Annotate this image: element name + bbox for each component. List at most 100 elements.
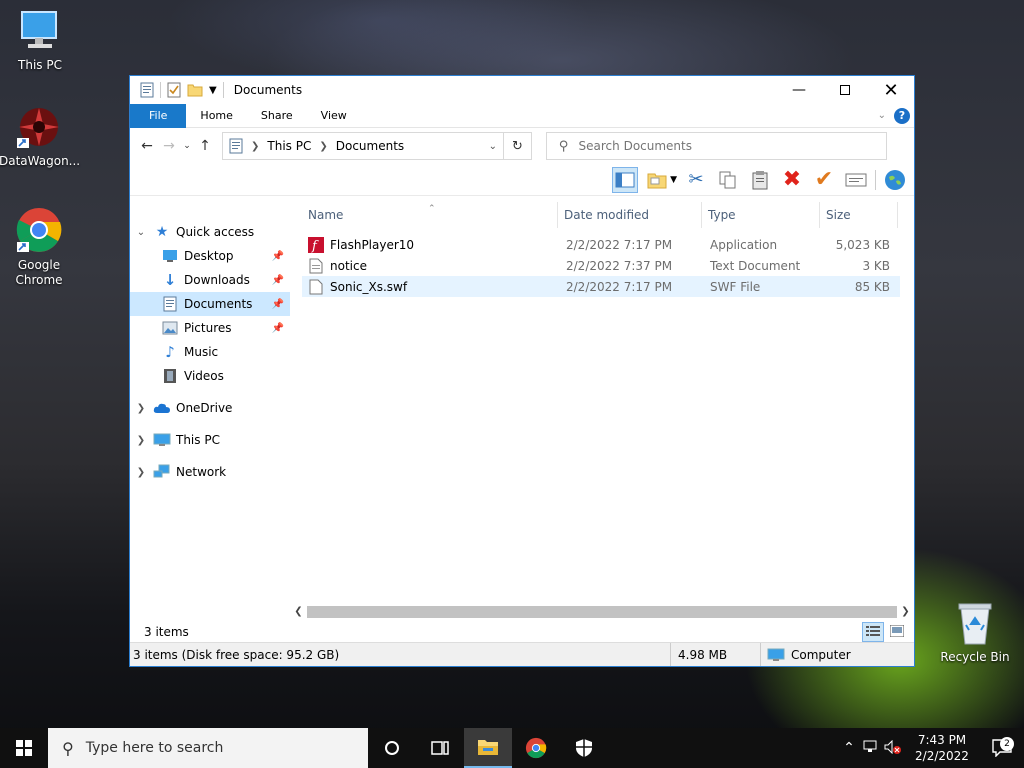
breadcrumb-documents[interactable]: Documents: [336, 139, 404, 153]
tab-file[interactable]: File: [130, 103, 187, 128]
properties-icon[interactable]: [140, 82, 154, 98]
file-type: SWF File: [710, 279, 761, 294]
breadcrumb-chevron-icon[interactable]: ❯: [251, 141, 259, 152]
tab-home[interactable]: Home: [186, 104, 246, 128]
new-item-dropdown-icon[interactable]: ▼: [670, 175, 677, 185]
refresh-button[interactable]: ↻: [504, 132, 532, 160]
file-type: Application: [710, 237, 778, 252]
music-note-icon: ♪: [165, 343, 175, 361]
expanded-chevron-icon[interactable]: ⌄: [130, 227, 152, 238]
text-file-icon: [308, 258, 324, 274]
navigation-pane-button[interactable]: [612, 166, 639, 193]
nav-item-videos[interactable]: Videos: [130, 364, 290, 388]
recent-locations-chevron-icon[interactable]: ⌄: [180, 141, 194, 151]
nav-this-pc[interactable]: ❯ This PC: [130, 428, 290, 452]
nav-onedrive[interactable]: ❯ OneDrive: [130, 396, 290, 420]
separator: [160, 82, 161, 98]
large-icons-view-button[interactable]: [886, 622, 908, 642]
customize-qat-chevron-icon[interactable]: ▼: [209, 85, 217, 96]
windows-logo-icon: [16, 740, 32, 756]
cut-button[interactable]: ✂: [683, 167, 709, 193]
tab-view[interactable]: View: [307, 104, 361, 128]
desktop-folder-icon: [160, 249, 180, 263]
checklist-icon[interactable]: [167, 82, 181, 98]
desktop-icon-datawagon[interactable]: DataWagon...: [0, 104, 80, 169]
nav-item-music[interactable]: ♪ Music: [130, 340, 290, 364]
task-view-icon: [431, 741, 449, 755]
file-date: 2/2/2022 7:17 PM: [566, 279, 673, 294]
desktop-icon-chrome[interactable]: Google Chrome: [0, 206, 79, 288]
file-row[interactable]: notice 2/2/2022 7:37 PM Text Document 3 …: [302, 255, 914, 276]
details-view-button[interactable]: [862, 622, 884, 642]
collapsed-chevron-icon[interactable]: ❯: [130, 467, 152, 478]
maximize-button[interactable]: [822, 76, 868, 104]
delete-button[interactable]: ✖: [779, 167, 805, 193]
desktop-icon-this-pc[interactable]: This PC: [0, 8, 80, 73]
nav-network[interactable]: ❯ Network: [130, 460, 290, 484]
paste-button[interactable]: [747, 167, 773, 193]
nav-item-downloads[interactable]: ↓ Downloads 📌: [130, 268, 290, 292]
pin-icon[interactable]: 📌: [272, 251, 284, 262]
sort-ascending-icon: ⌃: [428, 204, 436, 214]
cortana-button[interactable]: [368, 728, 416, 768]
address-bar[interactable]: ❯ This PC ❯ Documents ⌄: [222, 132, 504, 160]
column-type[interactable]: Type: [702, 202, 820, 228]
clock[interactable]: 7:43 PM 2/2/2022: [904, 732, 980, 764]
back-arrow-icon[interactable]: ←: [136, 138, 158, 154]
scroll-left-arrow-icon[interactable]: ❮: [290, 606, 307, 617]
notification-center-button[interactable]: 2: [980, 737, 1024, 757]
task-view-button[interactable]: [416, 728, 464, 768]
taskbar-search-box[interactable]: ⚲ Type here to search: [48, 728, 368, 768]
new-item-button[interactable]: [644, 167, 670, 193]
minimize-button[interactable]: —: [776, 76, 822, 104]
collapsed-chevron-icon[interactable]: ❯: [130, 435, 152, 446]
forward-arrow-icon[interactable]: →: [158, 138, 180, 154]
nav-item-desktop[interactable]: Desktop 📌: [130, 244, 290, 268]
network-status-icon[interactable]: [860, 740, 882, 757]
column-date-modified[interactable]: Date modified: [558, 202, 702, 228]
file-row[interactable]: f FlashPlayer10 2/2/2022 7:17 PM Applicat…: [302, 234, 914, 255]
close-button[interactable]: ✕: [868, 76, 914, 104]
properties-button[interactable]: [843, 167, 869, 193]
breadcrumb-chevron-icon[interactable]: ❯: [319, 141, 327, 152]
column-name[interactable]: ⌃ Name: [302, 202, 558, 228]
rename-button[interactable]: ✔: [811, 167, 837, 193]
chrome-icon: [16, 208, 62, 252]
start-button[interactable]: [0, 728, 48, 768]
desktop-icon-recycle-bin[interactable]: Recycle Bin: [935, 600, 1015, 665]
column-size[interactable]: Size: [820, 202, 898, 228]
pin-icon[interactable]: 📌: [272, 299, 284, 310]
horizontal-scrollbar[interactable]: ❮ ❯: [290, 603, 914, 620]
nav-item-documents[interactable]: Documents 📌: [130, 292, 290, 316]
expand-ribbon-chevron-icon[interactable]: ⌄: [878, 110, 886, 121]
address-dropdown-chevron-icon[interactable]: ⌄: [489, 141, 497, 152]
scroll-thumb[interactable]: [307, 605, 897, 618]
desktop-label: This PC: [18, 58, 62, 72]
cloud-icon: [152, 402, 172, 414]
collapsed-chevron-icon[interactable]: ❯: [130, 403, 152, 414]
cortana-circle-icon: [385, 741, 399, 755]
scroll-right-arrow-icon[interactable]: ❯: [897, 606, 914, 617]
help-icon[interactable]: ?: [894, 107, 910, 124]
tab-share[interactable]: Share: [247, 104, 307, 128]
pin-icon[interactable]: 📌: [272, 275, 284, 286]
new-folder-icon[interactable]: [187, 83, 203, 97]
volume-muted-icon[interactable]: [882, 739, 904, 757]
pin-icon[interactable]: 📌: [272, 323, 284, 334]
search-input[interactable]: [578, 139, 859, 153]
globe-button[interactable]: [882, 167, 908, 193]
up-arrow-icon[interactable]: ↑: [194, 138, 216, 154]
taskbar-file-explorer[interactable]: [464, 728, 512, 768]
nav-item-pictures[interactable]: Pictures 📌: [130, 316, 290, 340]
file-date: 2/2/2022 7:37 PM: [566, 258, 673, 273]
nav-quick-access[interactable]: ⌄ ★ Quick access: [130, 220, 290, 244]
show-hidden-icons-chevron-icon[interactable]: ⌃: [838, 740, 860, 756]
this-pc-icon: [21, 11, 57, 48]
copy-button[interactable]: [715, 167, 741, 193]
taskbar-chrome[interactable]: [512, 728, 560, 768]
breadcrumb-this-pc[interactable]: This PC: [267, 139, 311, 153]
taskbar-security[interactable]: [560, 728, 608, 768]
search-box[interactable]: ⚲: [546, 132, 887, 160]
nav-label: This PC: [176, 433, 220, 447]
file-row-selected[interactable]: Sonic_Xs.swf 2/2/2022 7:17 PM SWF File 8…: [302, 276, 900, 297]
